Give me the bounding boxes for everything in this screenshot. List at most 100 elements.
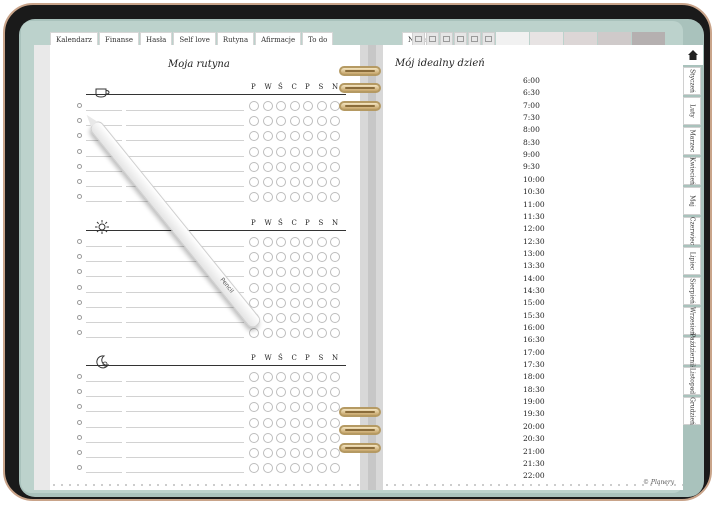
habit-circle[interactable] [262,177,273,187]
entry-line[interactable] [126,110,244,111]
habit-circle[interactable] [289,417,300,428]
entry-line[interactable] [86,170,122,172]
page-icon[interactable] [412,32,425,46]
entry-line[interactable] [126,396,244,398]
time-slot[interactable]: 8:00 [523,125,540,134]
habit-circle[interactable] [249,463,259,474]
time-slot[interactable]: 10:30 [523,187,545,196]
checkbox[interactable] [77,465,82,471]
month-tab-8[interactable]: Wrzesień [683,307,701,335]
habit-circle[interactable] [276,282,286,293]
habit-circle[interactable] [249,328,259,339]
entry-line[interactable] [86,261,122,263]
split-icon[interactable] [426,32,439,46]
entry-line[interactable] [86,411,122,413]
time-slot[interactable]: 15:30 [523,311,545,320]
habit-circle[interactable] [330,463,340,474]
entry-line[interactable] [86,276,122,278]
habit-circle[interactable] [316,313,327,323]
habit-circle[interactable] [276,192,286,203]
habit-circle[interactable] [289,432,300,443]
habit-circle[interactable] [303,313,313,323]
entry-line[interactable] [86,246,122,247]
entry-line[interactable] [126,306,244,308]
grid-icon[interactable] [454,32,467,46]
habit-circle[interactable] [262,387,273,398]
time-slot[interactable]: 21:00 [523,447,545,456]
entry-line[interactable] [126,441,244,443]
checkbox[interactable] [77,450,82,455]
habit-circle[interactable] [249,402,259,413]
habit-circle[interactable] [289,161,300,172]
habit-circle[interactable] [303,177,313,187]
habit-circle[interactable] [330,116,340,127]
habit-circle[interactable] [249,372,259,382]
checkbox[interactable] [77,239,82,244]
checkbox[interactable] [77,148,82,154]
habit-circle[interactable] [262,417,273,428]
time-slot[interactable]: 9:30 [523,162,540,171]
habit-circle[interactable] [276,463,286,474]
habit-circle[interactable] [262,328,273,339]
habit-circle[interactable] [276,252,286,263]
habit-circle[interactable] [262,116,273,127]
habit-circle[interactable] [316,161,327,172]
tab-0[interactable]: Kalendarz [50,32,98,46]
habit-circle[interactable] [276,237,286,247]
habit-circle[interactable] [330,177,340,187]
habit-circle[interactable] [316,131,327,142]
habit-circle[interactable] [276,177,286,187]
habit-circle[interactable] [316,282,327,293]
checkbox[interactable] [77,118,82,124]
month-tab-10[interactable]: Listopad [683,367,701,395]
time-slot[interactable]: 16:30 [523,335,545,344]
habit-circle[interactable] [262,313,273,323]
time-slot[interactable]: 14:30 [523,286,545,295]
color-tab-0[interactable] [496,32,529,46]
month-tab-1[interactable]: Luty [683,97,701,125]
time-slot[interactable]: 19:30 [523,409,545,418]
habit-circle[interactable] [249,192,259,203]
habit-circle[interactable] [303,402,313,413]
habit-circle[interactable] [276,448,286,458]
habit-circle[interactable] [303,116,313,127]
checkbox[interactable] [77,254,82,260]
entry-line[interactable] [126,411,244,413]
month-tab-9[interactable]: Październik [683,333,701,369]
habit-circle[interactable] [330,267,340,278]
entry-line[interactable] [86,322,122,323]
entry-line[interactable] [126,457,244,458]
habit-circle[interactable] [289,116,300,127]
habit-circle[interactable] [262,192,273,203]
habit-circle[interactable] [276,417,286,428]
time-slot[interactable]: 13:00 [523,249,545,258]
habit-circle[interactable] [289,402,300,413]
habit-circle[interactable] [289,131,300,142]
habit-circle[interactable] [303,237,313,247]
habit-circle[interactable] [316,402,327,413]
month-tab-11[interactable]: Grudzień [683,397,701,425]
habit-circle[interactable] [276,402,286,413]
habit-circle[interactable] [330,252,340,263]
tab-2[interactable]: Hasła [140,32,173,46]
habit-circle[interactable] [316,177,327,187]
checkbox[interactable] [77,299,82,305]
habit-circle[interactable] [303,282,313,293]
habit-circle[interactable] [276,146,286,157]
habit-circle[interactable] [316,417,327,428]
habit-circle[interactable] [262,161,273,172]
time-slot[interactable]: 14:00 [523,274,545,283]
checkbox[interactable] [77,269,82,275]
habit-circle[interactable] [289,313,300,323]
time-slot[interactable]: 17:00 [523,348,545,357]
time-slot[interactable]: 18:00 [523,372,545,381]
habit-circle[interactable] [316,116,327,127]
habit-circle[interactable] [330,432,340,443]
habit-circle[interactable] [276,372,286,382]
habit-circle[interactable] [316,463,327,474]
habit-circle[interactable] [289,177,300,187]
habit-circle[interactable] [262,282,273,293]
time-slot[interactable]: 9:00 [523,150,540,159]
month-tab-5[interactable]: Czerwiec [683,217,701,245]
habit-circle[interactable] [316,432,327,443]
